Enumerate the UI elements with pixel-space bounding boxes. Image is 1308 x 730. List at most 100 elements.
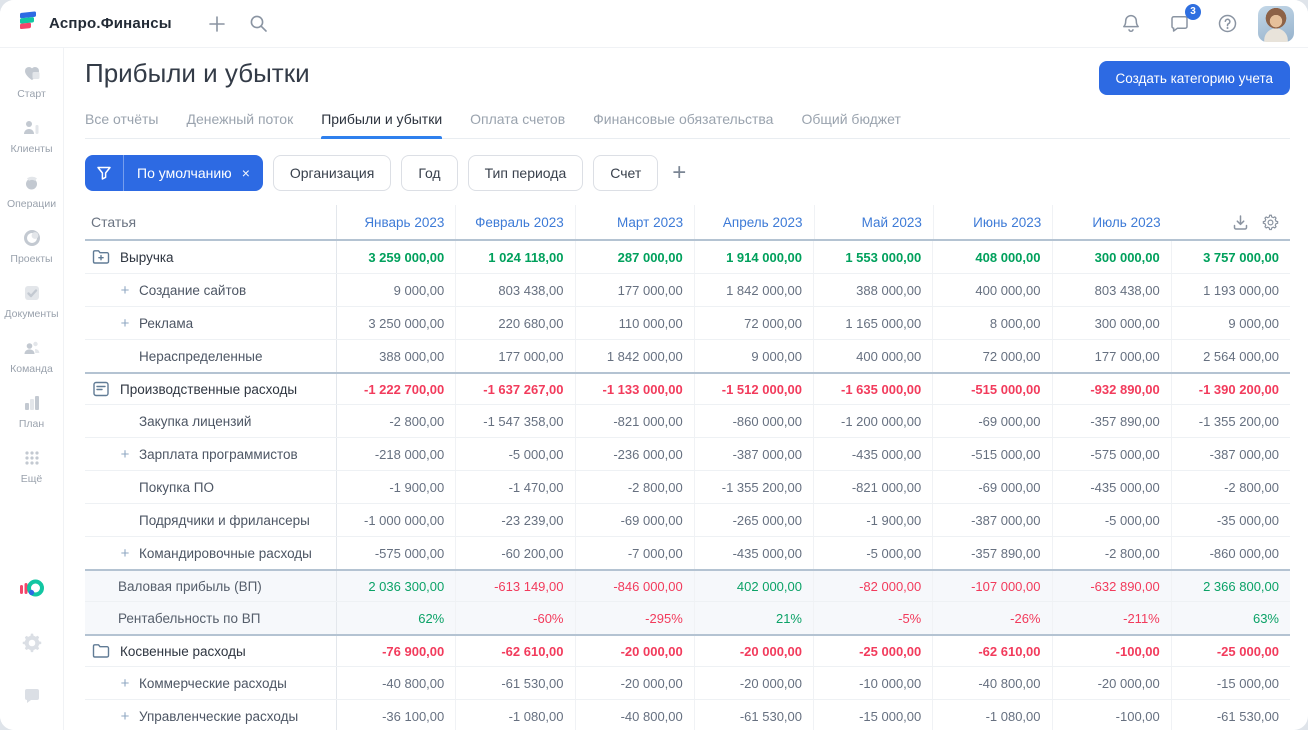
help-icon[interactable] xyxy=(1210,7,1244,41)
value-cell: 177 000,00 xyxy=(1051,340,1171,372)
article-cell: + Коммерческие расходы xyxy=(85,667,337,699)
tab-profit-loss[interactable]: Прибыли и убытки xyxy=(321,105,442,139)
article-cell: Закупка лицензий xyxy=(85,405,337,437)
value-cell: 62% xyxy=(418,610,445,626)
tab-cash-flow[interactable]: Денежный поток xyxy=(186,105,293,138)
value-cell: -1 470,00 xyxy=(455,471,574,503)
filter-chip-organization[interactable]: Организация xyxy=(272,155,392,191)
expand-plus-icon[interactable]: + xyxy=(118,315,132,332)
column-header-article: Статья xyxy=(85,205,337,239)
user-avatar[interactable] xyxy=(1258,5,1294,42)
gear-icon[interactable] xyxy=(21,632,43,659)
table-row: Валовая прибыль (ВП) 2 036 300,00 -613 149… xyxy=(85,569,1290,602)
value-cell: -357 890,00 xyxy=(932,537,1051,569)
expand-plus-icon[interactable]: + xyxy=(118,708,132,725)
expand-plus-icon[interactable]: + xyxy=(118,282,132,299)
value-cell: 1 842 000,00 xyxy=(693,274,813,306)
value-cell: -69 000,00 xyxy=(932,471,1051,503)
table-settings-gear-icon[interactable] xyxy=(1262,214,1279,231)
value-cell: 300 000,00 xyxy=(1051,307,1171,339)
expand-plus-icon[interactable]: + xyxy=(118,545,132,562)
article-cell: + Создание сайтов xyxy=(85,274,337,306)
value-cell: -1 355 200,00 xyxy=(693,471,813,503)
sidebar-item-start[interactable]: Старт xyxy=(2,62,62,100)
team-icon xyxy=(21,337,43,359)
table-row: + Создание сайтов 9 000,00 803 438,00 177 00… xyxy=(85,274,1290,307)
messages-icon[interactable]: 3 xyxy=(1162,3,1201,41)
filter-chip-account[interactable]: Счет xyxy=(593,155,659,191)
tab-invoice-payments[interactable]: Оплата счетов xyxy=(470,105,565,138)
table-row: + Командировочные расходы -575 000,00 -60 2… xyxy=(85,537,1290,570)
tab-general-budget[interactable]: Общий бюджет xyxy=(801,105,900,138)
filter-chip-period-type[interactable]: Тип периода xyxy=(467,155,584,191)
tab-financial-obligations[interactable]: Финансовые обязательства xyxy=(593,105,773,138)
expand-plus-icon[interactable]: + xyxy=(118,675,132,692)
table-section-row: Производственные расходы -1 222 700,00 -1 … xyxy=(85,372,1290,405)
value-cell: -211% xyxy=(1051,602,1171,634)
value-cell: -236 000,00 xyxy=(574,438,694,470)
table-row: + Реклама 3 250 000,00 220 680,00 110 000,00… xyxy=(85,307,1290,340)
value-cell: 177 000,00 xyxy=(574,274,694,306)
value-cell: -61 530,00 xyxy=(1170,700,1290,730)
bell-icon[interactable] xyxy=(1114,7,1148,41)
article-cell[interactable]: Косвенные расходы xyxy=(85,636,337,666)
article-label: Закупка лицензий xyxy=(139,413,252,429)
value-cell: -40 800,00 xyxy=(574,700,694,730)
add-filter-icon[interactable]: + xyxy=(672,161,686,185)
app-window: Аспро.Финансы 3 Старт Клиенты Операции П… xyxy=(0,0,1308,730)
value-cell: -1 080,00 xyxy=(932,700,1051,730)
article-cell[interactable]: Производственные расходы xyxy=(85,374,337,404)
create-category-button[interactable]: Создать категорию учета xyxy=(1098,61,1290,95)
sidebar-item-team[interactable]: Команда xyxy=(2,337,62,375)
sidebar-item-clients[interactable]: Клиенты xyxy=(2,117,62,155)
value-cell: -435 000,00 xyxy=(1051,471,1171,503)
value-cell: -10 000,00 xyxy=(813,667,932,699)
value-cell: 3 757 000,00 xyxy=(1170,241,1290,273)
sidebar-item-operations[interactable]: Операции xyxy=(2,172,62,210)
value-cell: 388 000,00 xyxy=(813,274,932,306)
filter-chip-year[interactable]: Год xyxy=(401,155,458,191)
value-cell: -2 800,00 xyxy=(389,413,445,429)
value-cell: 8 000,00 xyxy=(932,307,1051,339)
sidebar-item-projects[interactable]: Проекты xyxy=(2,227,62,265)
sidebar-item-documents[interactable]: Документы xyxy=(2,282,62,320)
article-label: Управленческие расходы xyxy=(139,708,299,724)
filter-default-chip[interactable]: По умолчанию × xyxy=(85,155,263,191)
value-cell: -1 512 000,00 xyxy=(693,374,813,404)
value-cell: -15 000,00 xyxy=(813,700,932,730)
create-plus-icon[interactable] xyxy=(200,7,234,41)
column-header-month: Май 2023 xyxy=(813,205,933,239)
tab-all-reports[interactable]: Все отчёты xyxy=(85,105,158,138)
search-icon[interactable] xyxy=(242,7,276,41)
table-row: Нераспределенные 388 000,00 177 000,00 1 84… xyxy=(85,340,1290,373)
column-header-month: Апрель 2023 xyxy=(694,205,813,239)
sidebar-item-plan[interactable]: План xyxy=(2,392,62,430)
article-label: Косвенные расходы xyxy=(120,643,246,659)
sidebar-item-more[interactable]: Ещё xyxy=(2,447,62,485)
sidebar: Старт Клиенты Операции Проекты Документы… xyxy=(0,48,64,730)
table-row: + Зарплата программистов -218 000,00 -5 000… xyxy=(85,438,1290,471)
support-chat-icon[interactable] xyxy=(21,685,43,712)
value-cell: -15 000,00 xyxy=(1170,667,1290,699)
app-logo[interactable]: Аспро.Финансы xyxy=(18,10,172,37)
filter-clear-icon[interactable]: × xyxy=(240,165,263,181)
folder-plus-icon[interactable] xyxy=(91,247,111,267)
value-cell: -20 000,00 xyxy=(693,636,813,666)
list-icon[interactable] xyxy=(91,379,111,399)
folder-icon[interactable] xyxy=(91,641,111,661)
value-cell: -218 000,00 xyxy=(374,446,445,462)
value-cell: 9 000,00 xyxy=(1170,307,1290,339)
value-cell: -1 222 700,00 xyxy=(364,381,445,397)
value-cell: 1 842 000,00 xyxy=(574,340,694,372)
value-cell: 287 000,00 xyxy=(574,241,694,273)
article-cell[interactable]: Выручка xyxy=(85,241,337,273)
start-icon xyxy=(21,62,43,84)
table-header-row: Статья Январь 2023 Февраль 2023 Март 202… xyxy=(85,205,1290,241)
value-cell: -821 000,00 xyxy=(813,471,932,503)
product-logo-icon[interactable] xyxy=(19,577,45,606)
download-icon[interactable] xyxy=(1232,214,1249,231)
expand-plus-icon[interactable]: + xyxy=(118,446,132,463)
article-label: Нераспределенные xyxy=(139,348,263,364)
value-cell: 3 259 000,00 xyxy=(368,249,445,265)
value-cell: -25 000,00 xyxy=(813,636,932,666)
